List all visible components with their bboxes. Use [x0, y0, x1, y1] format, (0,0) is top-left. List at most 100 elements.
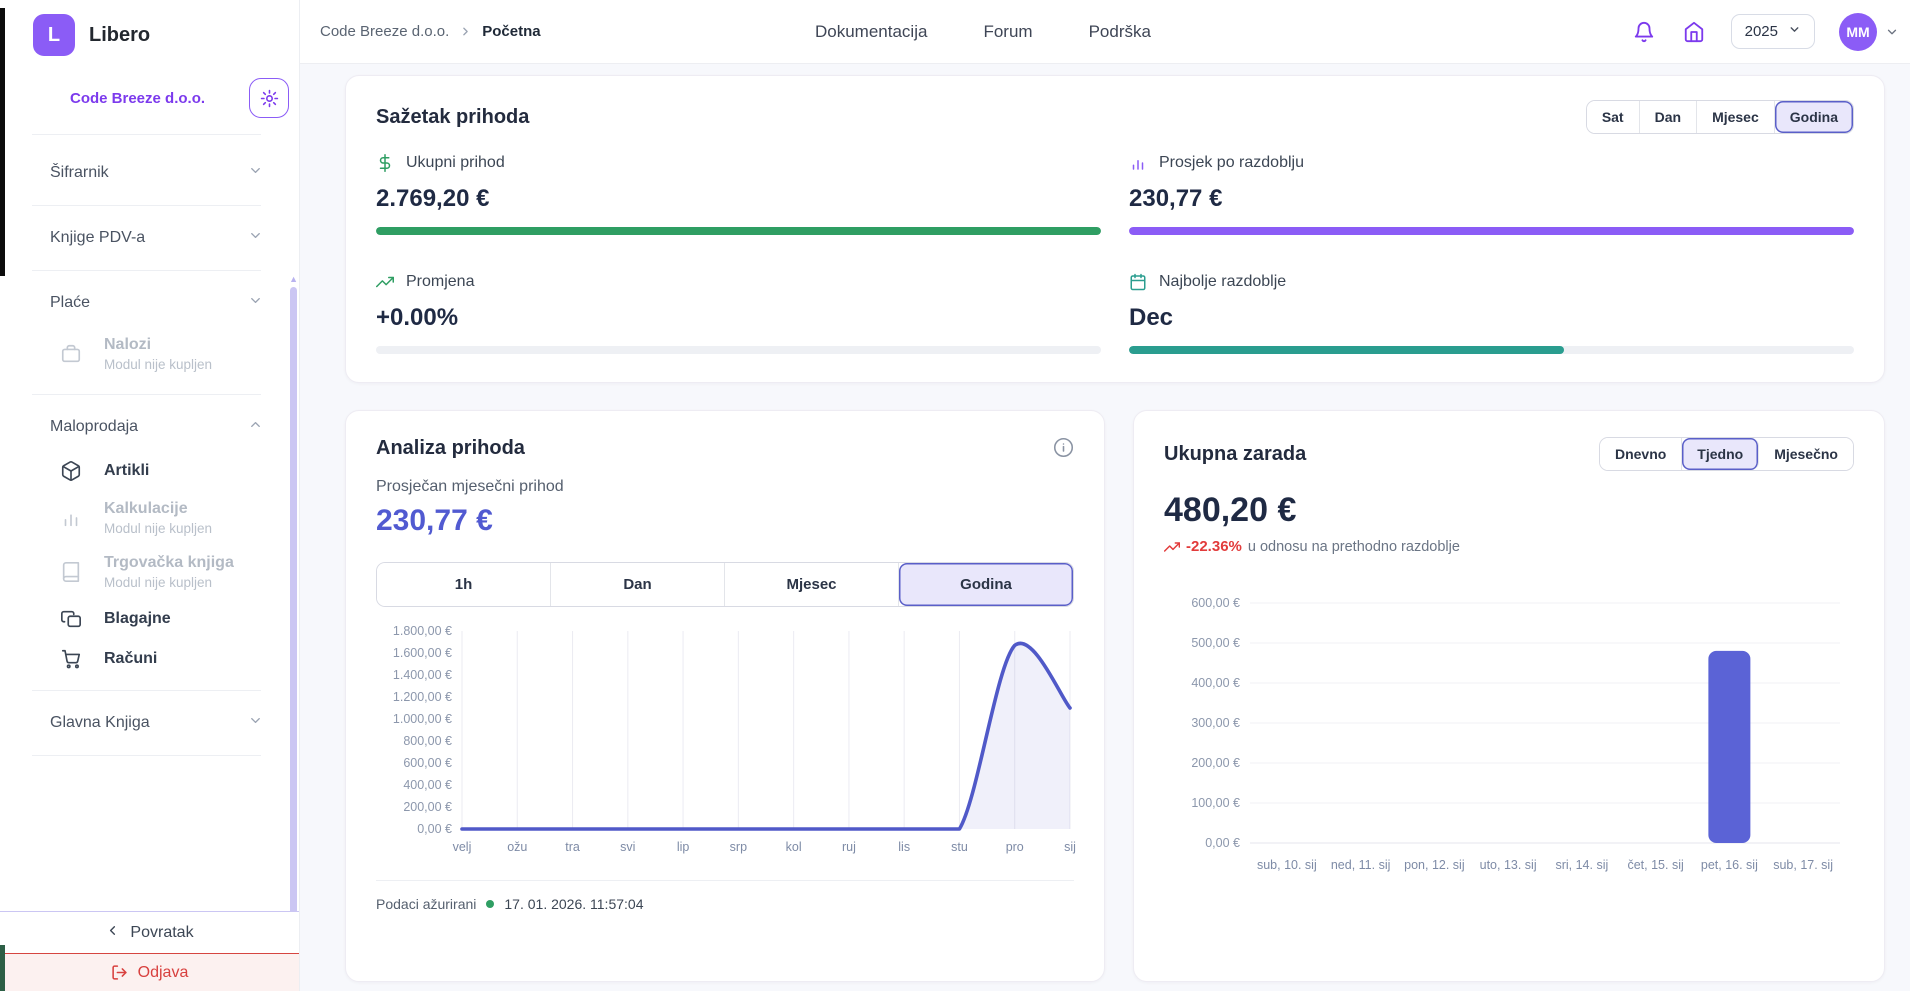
nav-dokumentacija[interactable]: Dokumentacija: [815, 22, 927, 42]
back-label: Povratak: [130, 924, 193, 942]
sidebar-menu: Šifrarnik Knjige PDV-a Plaće Nalozi Modu…: [0, 135, 299, 911]
metric-change: Promjena +0.00%: [376, 273, 1101, 354]
sidebar-group-place[interactable]: Plaće: [0, 271, 299, 327]
logout-label: Odjava: [138, 964, 189, 982]
chevron-down-icon: [248, 713, 263, 733]
top-nav: Dokumentacija Forum Podrška: [815, 22, 1151, 42]
item-label: Kalkulacije: [104, 500, 212, 518]
briefcase-icon: [60, 343, 82, 365]
progress-bar: [1129, 346, 1854, 354]
tab-mjesec[interactable]: Mjesec: [725, 563, 899, 606]
tab-tjedno[interactable]: Tjedno: [1682, 438, 1759, 470]
sidebar-group-sifrarnik[interactable]: Šifrarnik: [0, 141, 299, 205]
metric-total-revenue: Ukupni prihod 2.769,20 €: [376, 154, 1101, 235]
svg-text:500,00 €: 500,00 €: [1191, 636, 1240, 650]
analysis-period-tabs: 1h Dan Mjesec Godina: [376, 562, 1074, 607]
progress-bar: [1129, 227, 1854, 235]
info-button[interactable]: [1053, 437, 1074, 458]
back-button[interactable]: Povratak: [0, 912, 299, 953]
group-label: Plaće: [50, 294, 90, 312]
item-label: Trgovačka knjiga: [104, 554, 234, 572]
sidebar-item-racuni[interactable]: Računi: [0, 639, 299, 690]
group-label: Glavna Knjiga: [50, 714, 150, 732]
svg-text:400,00 €: 400,00 €: [403, 778, 452, 792]
sidebar-item-nalozi[interactable]: Nalozi Modul nije kupljen: [0, 327, 299, 394]
sidebar-item-blagajne[interactable]: Blagajne: [0, 599, 299, 639]
metric-label: Najbolje razdoblje: [1159, 273, 1286, 291]
svg-text:100,00 €: 100,00 €: [1191, 796, 1240, 810]
sidebar-item-artikli[interactable]: Artikli: [0, 451, 299, 491]
cash-register-icon: [60, 608, 82, 630]
earnings-period-tabs: Dnevno Tjedno Mjesečno: [1599, 437, 1854, 471]
chevron-down-icon: [1788, 23, 1801, 40]
tab-mjesec[interactable]: Mjesec: [1697, 101, 1775, 133]
logout-button[interactable]: Odjava: [0, 953, 299, 991]
svg-text:lis: lis: [898, 840, 910, 854]
dashboard-content: Sažetak prihoda Sat Dan Mjesec Godina Uk…: [300, 64, 1910, 991]
sidebar-item-kalkulacije[interactable]: Kalkulacije Modul nije kupljen: [0, 491, 299, 545]
total-earnings-card: Ukupna zarada Dnevno Tjedno Mjesečno 480…: [1133, 410, 1885, 982]
chevron-down-icon: [248, 293, 263, 313]
tab-dan[interactable]: Dan: [1640, 101, 1697, 133]
tab-dan[interactable]: Dan: [551, 563, 725, 606]
bar-chart-icon: [1129, 154, 1147, 172]
revenue-line-chart: veljožutrasvilipsrpkolrujlisstuprosij0,0…: [376, 617, 1074, 874]
svg-text:uto, 13. sij: uto, 13. sij: [1480, 858, 1537, 872]
tab-godina[interactable]: Godina: [899, 563, 1073, 606]
earnings-change-percent: -22.36%: [1186, 538, 1242, 555]
tab-sat[interactable]: Sat: [1587, 101, 1640, 133]
nav-forum[interactable]: Forum: [983, 22, 1032, 42]
topbar: Code Breeze d.o.o. Početna Dokumentacija…: [300, 0, 1910, 64]
notifications-button[interactable]: [1631, 19, 1657, 45]
year-select[interactable]: 2025: [1731, 14, 1815, 49]
tab-1h[interactable]: 1h: [377, 563, 551, 606]
tab-dnevno[interactable]: Dnevno: [1600, 438, 1682, 470]
summary-period-tabs: Sat Dan Mjesec Godina: [1586, 100, 1854, 134]
earnings-title: Ukupna zarada: [1164, 443, 1306, 466]
earnings-total-value: 480,20 €: [1164, 491, 1854, 530]
sidebar-group-knjige-pdva[interactable]: Knjige PDV-a: [0, 206, 299, 270]
group-label: Šifrarnik: [50, 164, 109, 182]
chevron-right-icon: [459, 25, 472, 38]
progress-bar: [376, 346, 1101, 354]
company-name[interactable]: Code Breeze d.o.o.: [70, 90, 205, 107]
avatar[interactable]: MM: [1839, 13, 1877, 51]
item-label: Artikli: [104, 462, 149, 480]
app-page: L Libero Code Breeze d.o.o. Šifrarnik Kn…: [0, 0, 1910, 991]
user-menu[interactable]: MM: [1839, 13, 1899, 51]
svg-text:pon, 12. sij: pon, 12. sij: [1404, 858, 1464, 872]
scrollbar-up-arrow[interactable]: ▲: [289, 275, 298, 284]
sidebar-group-glavna-knjiga[interactable]: Glavna Knjiga: [0, 691, 299, 755]
home-button[interactable]: [1681, 19, 1707, 45]
sidebar-item-trgovacka-knjiga[interactable]: Trgovačka knjiga Modul nije kupljen: [0, 545, 299, 599]
chevron-left-icon: [105, 923, 120, 943]
item-label: Računi: [104, 650, 157, 668]
revenue-analysis-card: Analiza prihoda Prosječan mjesečni priho…: [345, 410, 1105, 982]
app-name: Libero: [89, 24, 150, 47]
nav-podrska[interactable]: Podrška: [1089, 22, 1151, 42]
svg-text:stu: stu: [951, 840, 968, 854]
sidebar-scrollbar[interactable]: [290, 287, 297, 911]
metrics-grid: Ukupni prihod 2.769,20 € Prosjek po razd…: [376, 154, 1854, 354]
company-row: Code Breeze d.o.o.: [0, 56, 299, 134]
sidebar-group-maloprodaja[interactable]: Maloprodaja: [0, 395, 299, 451]
analysis-footer: Podaci ažurirani 17. 01. 2026. 11:57:04: [376, 880, 1074, 912]
calendar-icon: [1129, 273, 1147, 291]
summary-title: Sažetak prihoda: [376, 106, 529, 129]
status-dot: [486, 900, 494, 908]
svg-text:0,00 €: 0,00 €: [1205, 836, 1240, 850]
svg-text:sij: sij: [1064, 840, 1076, 854]
svg-text:pet, 16. sij: pet, 16. sij: [1701, 858, 1758, 872]
analysis-title: Analiza prihoda: [376, 437, 525, 460]
main-area: Code Breeze d.o.o. Početna Dokumentacija…: [300, 0, 1910, 991]
breadcrumb-company[interactable]: Code Breeze d.o.o.: [320, 23, 449, 40]
item-label: Nalozi: [104, 336, 212, 354]
trend-down-icon: [1164, 539, 1180, 555]
trend-up-icon: [376, 273, 394, 291]
svg-text:sri, 14. sij: sri, 14. sij: [1555, 858, 1608, 872]
tab-godina[interactable]: Godina: [1775, 101, 1853, 133]
svg-text:sub, 17. sij: sub, 17. sij: [1773, 858, 1833, 872]
settings-button[interactable]: [249, 78, 289, 118]
analysis-average-value: 230,77 €: [376, 504, 1074, 538]
tab-mjesecno[interactable]: Mjesečno: [1759, 438, 1853, 470]
